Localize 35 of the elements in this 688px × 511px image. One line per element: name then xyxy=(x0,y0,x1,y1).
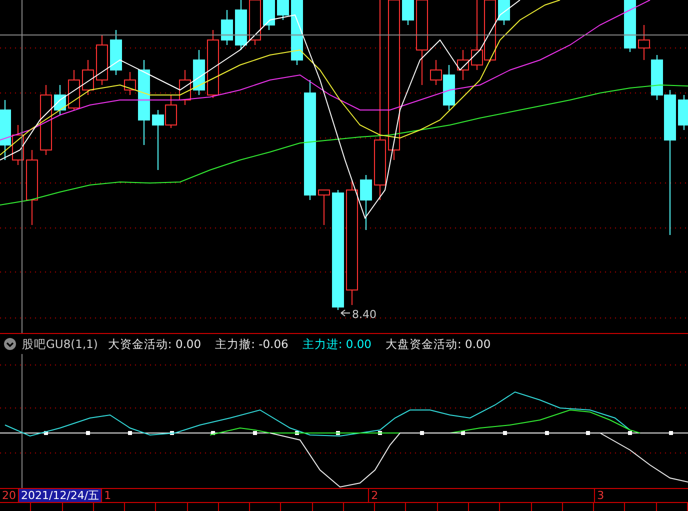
month-label: 2 xyxy=(369,489,596,502)
month-label: 1 xyxy=(102,489,370,502)
indicator-reading: 主力进: 0.00 xyxy=(302,336,372,352)
candlestick xyxy=(68,70,80,110)
indicator-reading: 大盘资金活动: 0.00 xyxy=(386,336,491,352)
candlestick xyxy=(638,24,650,60)
candlestick xyxy=(96,34,108,86)
month-label: 3 xyxy=(595,489,688,502)
candlestick xyxy=(318,190,330,226)
indicator-reading: 主力撤: -0.06 xyxy=(215,336,288,352)
date-label: 2021/12/24/五 xyxy=(19,489,102,502)
candlestick xyxy=(124,72,136,96)
low-price-label: 8.40 xyxy=(352,308,376,321)
candlestick xyxy=(263,0,275,30)
candlestick xyxy=(82,60,94,96)
indicator-reading: 大资金活动: 0.00 xyxy=(108,336,202,352)
candlestick xyxy=(277,0,289,20)
candlestick xyxy=(402,0,414,26)
candlestick xyxy=(110,30,122,76)
arrow-icon xyxy=(340,310,350,316)
candlestick xyxy=(678,94,688,130)
candlestick xyxy=(179,70,191,106)
candlestick xyxy=(40,84,52,156)
candlestick xyxy=(457,50,469,80)
candlestick xyxy=(291,0,303,66)
candlestick xyxy=(221,10,233,46)
candlestick xyxy=(235,0,247,50)
candlestick xyxy=(498,0,510,26)
candlestick xyxy=(624,0,636,52)
candlestick xyxy=(54,84,66,116)
candlestick xyxy=(207,30,219,98)
candlestick xyxy=(360,174,372,230)
chevron-down-icon[interactable] xyxy=(4,338,16,350)
candlestick xyxy=(193,50,205,96)
indicator-name: 股吧GU8(1,1) xyxy=(22,336,98,352)
